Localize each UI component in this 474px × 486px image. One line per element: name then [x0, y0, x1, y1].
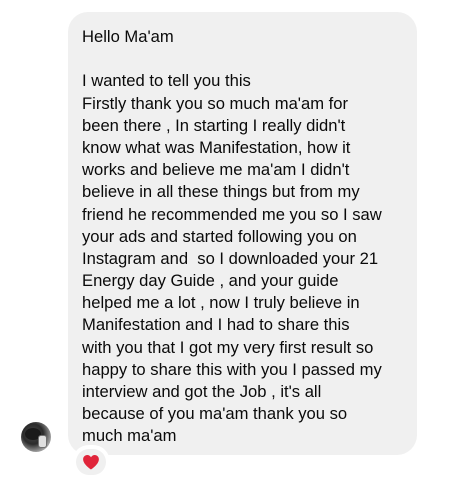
message-line: Instagram and so I downloaded your 21	[82, 248, 379, 268]
reaction-badge-inner	[76, 449, 106, 475]
message-line: know what was Manifestation, how it	[82, 137, 351, 157]
message-line: helped me a lot , now I truly believe in	[82, 293, 360, 313]
message-line: Firstly thank you so much ma'am for	[82, 93, 348, 113]
message-line: with you that I got my very first result…	[82, 337, 374, 357]
message-line: interview and got the Job , it's all	[82, 382, 322, 401]
message-bubble[interactable]: Hello Ma'am I wanted to tell you this Fi…	[68, 12, 417, 455]
message-line: Energy day Guide , and your guide	[82, 271, 339, 291]
message-line: believe in all these things but from my	[82, 182, 360, 202]
heart-icon	[83, 455, 99, 470]
message-greeting: Hello Ma'am	[82, 27, 174, 46]
sender-avatar[interactable]	[21, 422, 51, 452]
message-line: I wanted to tell you this	[82, 71, 251, 91]
message-line: Manifestation and I had to share this	[82, 315, 350, 335]
message-line: because of you ma'am thank you so	[82, 404, 348, 424]
message-line: happy to share this with you I passed my	[82, 359, 382, 379]
message-line: works and believe me ma'am I didn't	[82, 160, 350, 180]
message-line: friend he recommended me you so I saw	[82, 204, 382, 224]
message-line: your ads and started following you on	[82, 226, 357, 246]
message-line: much ma'am	[82, 426, 177, 446]
reaction-badge[interactable]	[74, 447, 108, 477]
avatar-shape	[38, 435, 47, 448]
message-line: been there , In starting I really didn't	[82, 115, 346, 135]
